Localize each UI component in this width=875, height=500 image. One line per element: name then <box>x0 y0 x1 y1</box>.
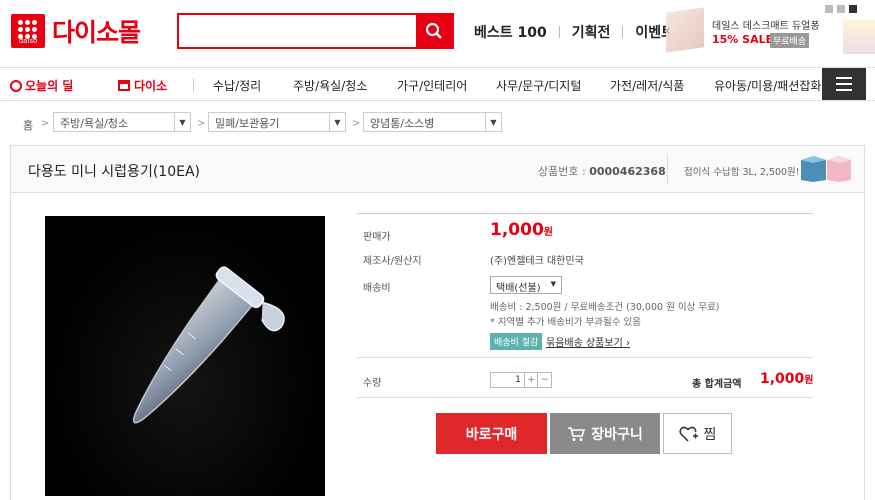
storage-box-image[interactable] <box>800 154 852 182</box>
exhibition-link[interactable]: 기획전 <box>572 22 611 42</box>
ad-pager-dot-active[interactable] <box>849 5 857 13</box>
nav-storage[interactable]: 수납/정리 <box>213 77 261 94</box>
total-unit: 원 <box>804 375 814 386</box>
nav-office[interactable]: 사무/문구/디지털 <box>496 77 581 94</box>
product-title: 다용도 미니 시럽용기(10EA) <box>28 164 200 180</box>
search-input[interactable] <box>179 15 417 47</box>
ad-badge: 무료배송 <box>770 33 810 48</box>
ad-product-image[interactable] <box>666 7 704 53</box>
breadcrumb-select-2[interactable]: 밀폐/보관용기 ▼ <box>208 112 346 132</box>
cart-icon <box>568 426 586 441</box>
chevron-right-icon: > <box>197 118 206 129</box>
nav-today-deal[interactable]: 오늘의 딜 <box>10 77 73 94</box>
chevron-right-icon: › <box>625 338 630 349</box>
nav-daiso-label: 다이소 <box>134 79 168 93</box>
hamburger-menu-button[interactable] <box>822 68 866 100</box>
total-amount: 1,000 <box>760 371 805 387</box>
search-box <box>177 13 454 49</box>
product-number-value: 0000462368 <box>589 165 666 178</box>
nav-daiso[interactable]: 다이소 <box>118 77 167 94</box>
buy-now-label: 바로구매 <box>465 426 518 443</box>
syrup-tube-image <box>132 266 285 424</box>
nav-divider <box>193 78 194 92</box>
best100-link[interactable]: 베스트 100 <box>474 22 547 42</box>
shipping-savings-badge: 배송비 절감 <box>490 333 543 350</box>
ad-sale-text: 15% SALE <box>712 33 774 46</box>
breadcrumb-select-1[interactable]: 주방/욕실/청소 ▼ <box>53 112 191 132</box>
price-label: 판매가 <box>363 232 391 243</box>
nav-kids[interactable]: 유아동/미용/패션잡화 <box>714 77 821 94</box>
total-value: 1,000원 <box>760 371 814 387</box>
category-nav: 오늘의 딜 다이소 수납/정리 주방/욕실/청소 가구/인테리어 사무/문구/디… <box>0 67 875 101</box>
maker-value: (주)엔젤테크 대한민국 <box>490 256 584 267</box>
side-banner-image[interactable] <box>843 20 875 54</box>
shipping-select[interactable]: 택배(선불) ▼ <box>490 276 562 294</box>
breadcrumb-select-3[interactable]: 양념통/소스병 ▼ <box>363 112 502 132</box>
menu-icon-line <box>836 89 852 91</box>
bundle-shipping-link-text: 묶음배송 상품보기 <box>546 338 623 349</box>
logo-text[interactable]: 다이소몰 <box>52 13 141 49</box>
buy-now-button[interactable]: 바로구매 <box>436 413 547 454</box>
breadcrumb-home[interactable]: 홈 <box>23 117 33 133</box>
quantity-label: 수량 <box>363 378 382 389</box>
divider <box>357 357 813 358</box>
product-number-label: 상품번호 : <box>538 165 590 178</box>
ad-prev-arrow-icon[interactable]: ‹ <box>665 23 671 39</box>
logo-sub-text: daiso <box>18 37 38 45</box>
bundle-shipping-link[interactable]: 묶음배송 상품보기 › <box>546 334 630 349</box>
alarm-clock-icon <box>10 80 22 92</box>
nav-today-deal-label: 오늘의 딜 <box>25 79 74 93</box>
wishlist-label: 찜 <box>703 426 717 443</box>
ad-pager <box>825 5 857 13</box>
breadcrumb-select-2-value: 밀폐/보관용기 <box>215 117 280 130</box>
divider <box>357 397 813 398</box>
price-value: 1,000원 <box>490 220 553 240</box>
menu-icon-line <box>836 83 852 85</box>
shop-icon <box>118 80 130 91</box>
breadcrumb-select-1-value: 주방/욕실/청소 <box>60 117 129 130</box>
nav-appliance[interactable]: 가전/레저/식품 <box>610 77 684 94</box>
total-label: 총 합계금액 <box>692 379 742 390</box>
divider <box>357 213 813 214</box>
dropdown-arrow-icon: ▼ <box>174 113 190 131</box>
product-image[interactable] <box>45 216 325 496</box>
related-product-link[interactable]: 접이식 수납함 3L, 2,500원! <box>684 164 800 178</box>
shipping-note: * 지역별 추가 배송비가 부과될수 있음 <box>490 317 641 328</box>
top-links: 베스트 100 기획전 이벤트 <box>474 22 674 42</box>
daiso-logo[interactable]: daiso <box>11 14 45 48</box>
breadcrumb-select-3-value: 양념통/소스병 <box>370 117 435 130</box>
divider <box>558 26 560 38</box>
ad-pager-dot[interactable] <box>825 5 833 13</box>
price-amount: 1,000 <box>490 220 544 240</box>
search-button[interactable] <box>416 15 452 47</box>
shipping-select-value: 택배(선불) <box>496 283 541 294</box>
dropdown-arrow-icon: ▼ <box>329 113 345 131</box>
chevron-right-icon: > <box>352 118 361 129</box>
quantity-stepper: 1 + − <box>490 372 552 388</box>
menu-icon-line <box>836 77 852 79</box>
add-to-cart-button[interactable]: 장바구니 <box>550 413 660 454</box>
plus-icon[interactable]: + <box>523 373 538 387</box>
dropdown-arrow-icon: ▼ <box>485 113 501 131</box>
wishlist-button[interactable]: 찜 <box>663 413 732 454</box>
shipping-detail: 배송비 : 2,500원 / 무료배송조건 (30,000 원 이상 무료) <box>490 302 720 313</box>
minus-icon[interactable]: − <box>537 373 551 387</box>
shipping-label: 배송비 <box>363 283 391 294</box>
maker-label: 제조사/원산지 <box>363 256 422 267</box>
nav-kitchen[interactable]: 주방/욕실/청소 <box>293 77 367 94</box>
divider <box>622 26 624 38</box>
divider <box>667 154 668 184</box>
ad-title[interactable]: 데일스 데스크매트 듀얼퐁 <box>712 17 820 32</box>
cart-label: 장바구니 <box>591 426 643 443</box>
search-icon <box>425 22 442 39</box>
price-unit: 원 <box>543 227 553 238</box>
ad-pager-dot[interactable] <box>837 5 845 13</box>
quantity-input[interactable]: 1 <box>491 373 524 387</box>
product-number: 상품번호 : 0000462368 <box>538 163 666 179</box>
chevron-right-icon: > <box>41 118 50 129</box>
heart-plus-icon <box>678 426 698 442</box>
dropdown-arrow-icon: ▼ <box>550 280 556 288</box>
nav-furniture[interactable]: 가구/인테리어 <box>397 77 467 94</box>
